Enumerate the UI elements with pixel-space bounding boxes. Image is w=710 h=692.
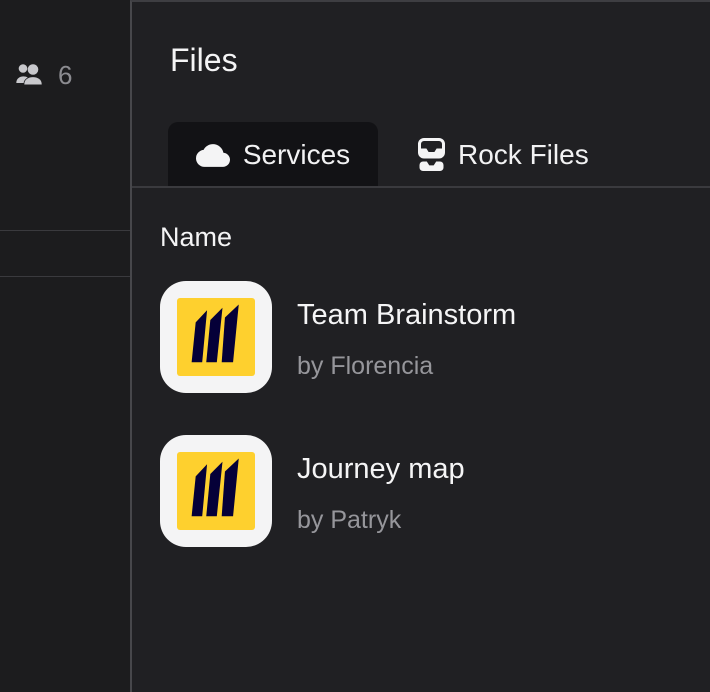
sidebar-divider [0,276,130,277]
tab-rock-files[interactable]: Rock Files [394,122,613,188]
file-row[interactable]: Team Brainstorm by Florencia [160,281,694,393]
file-title: Journey map [297,453,465,485]
tabbar-divider [132,186,710,188]
cloud-icon [195,143,230,167]
archive-box-icon [418,138,445,172]
panel-title: Files [170,42,238,78]
tab-label: Rock Files [458,139,589,170]
participants-row[interactable]: 6 [15,61,72,89]
people-icon [15,63,44,87]
file-byline: by Florencia [297,352,434,380]
tab-services[interactable]: Services [168,122,378,188]
left-sidebar: 6 [0,0,130,692]
sidebar-divider [0,230,130,231]
files-panel: Files Services Rock Files Name Team Brai… [130,0,710,692]
file-row[interactable]: Journey map by Patryk [160,435,694,547]
participants-count: 6 [58,60,73,90]
tab-label: Services [242,139,351,170]
column-header-name: Name [160,222,233,252]
miro-board-icon [160,435,272,547]
file-title: Team Brainstorm [297,299,517,331]
file-meta: Journey map by Patryk [297,435,465,547]
file-list: Team Brainstorm by Florencia Journey map… [160,281,694,589]
miro-logo [177,452,255,530]
file-meta: Team Brainstorm by Florencia [297,281,516,393]
file-byline: by Patryk [297,506,402,534]
miro-board-icon [160,281,272,393]
miro-logo [177,298,255,376]
